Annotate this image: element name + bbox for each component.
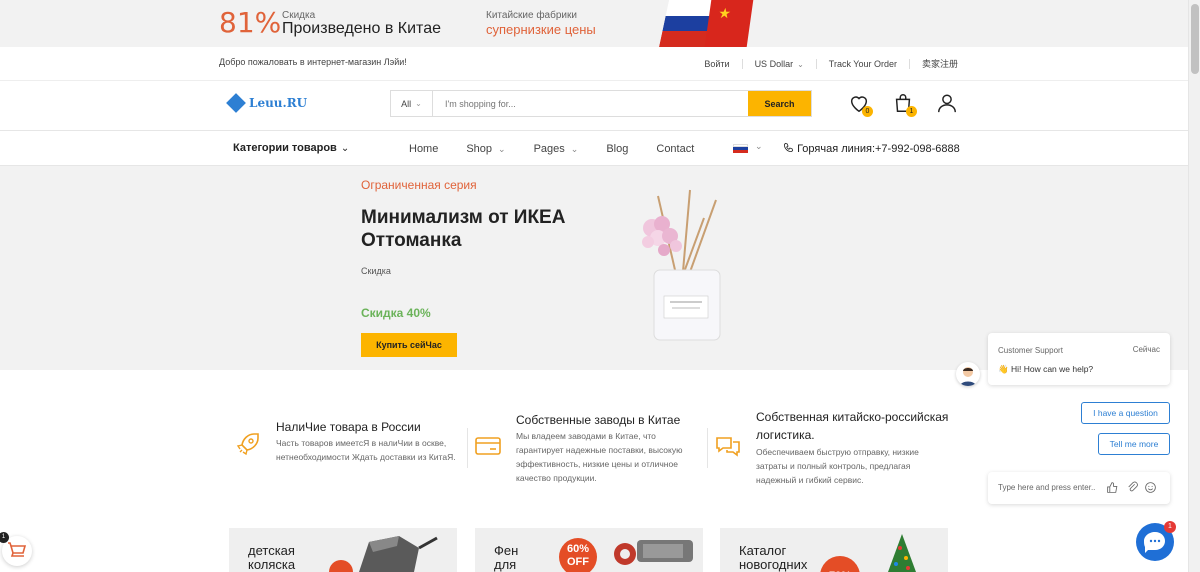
rocket-icon xyxy=(236,433,259,456)
divider xyxy=(707,428,708,468)
promo-banner[interactable]: 81% Скидка Произведено в Китае Китайские… xyxy=(0,0,1188,47)
hotline[interactable]: Горячая линия:+7-992-098-6888 xyxy=(783,142,960,155)
hero-discount-value: Скидка 40% xyxy=(361,306,431,320)
card-title: Фен для xyxy=(494,543,519,572)
agent-avatar-icon xyxy=(960,367,976,386)
search-button[interactable]: Search xyxy=(748,91,811,116)
diffuser-product-image[interactable] xyxy=(630,188,730,348)
china-flag-image: ★ xyxy=(704,0,754,47)
promo-low-prices: супернизкие цены xyxy=(486,22,596,37)
floating-cart-button[interactable]: 1 xyxy=(0,532,32,566)
chevron-down-icon: ⌄ xyxy=(415,99,422,108)
chat-message: Customer Support Сейчас 👋 Hi! How can we… xyxy=(988,333,1170,385)
hero-title: Минимализм от ИКЕА Оттоманка xyxy=(361,207,566,251)
nav-item-label: Pages xyxy=(533,143,565,155)
divider xyxy=(0,130,1188,131)
category-card-stroller[interactable]: детская коляска xyxy=(229,528,457,572)
logo-text: Leuu.RU xyxy=(249,96,308,110)
promo-percent: 81% xyxy=(219,6,282,39)
nav-item-home[interactable]: Home xyxy=(409,143,438,155)
phone-icon xyxy=(783,142,794,153)
chat-support-label: Customer Support xyxy=(998,346,1063,355)
top-links: Войти US Dollar ⌄ Track Your Order 卖家注册 xyxy=(704,57,958,70)
chat-input-box[interactable]: Type here and press enter.. xyxy=(988,472,1170,504)
chat-greeting-text: Hi! How can we help? xyxy=(1010,364,1094,374)
chat-greeting: 👋 Hi! How can we help? xyxy=(998,364,1093,375)
category-card-new-year[interactable]: Каталог новогодних 70% xyxy=(720,528,948,572)
cart-button[interactable]: 1 xyxy=(892,92,917,117)
divider xyxy=(908,58,910,69)
hero-discount-label: Скидка xyxy=(361,266,391,276)
wishlist-count-badge: 0 xyxy=(862,106,873,117)
hairdryer-image xyxy=(614,540,693,565)
chevron-down-icon: ⌄ xyxy=(498,144,506,154)
chat-bubbles-icon xyxy=(716,437,740,457)
header-icons: 0 1 xyxy=(848,92,958,117)
thumbs-up-icon[interactable] xyxy=(1106,481,1119,494)
chevron-down-icon: ⌄ xyxy=(797,59,804,69)
divider xyxy=(741,58,743,69)
currency-label: US Dollar xyxy=(754,58,794,69)
nav-item-shop[interactable]: Shop ⌄ xyxy=(466,143,505,155)
chevron-down-icon: ⌄ xyxy=(570,144,579,154)
support-agent-avatar xyxy=(956,362,980,386)
promo-factories-label: Китайские фабрики xyxy=(486,10,577,21)
feature-description: Обеспечиваем быструю отправку, низкие за… xyxy=(756,447,919,485)
category-card-hairdryer[interactable]: Фен для 60% OFF xyxy=(475,528,703,572)
account-button[interactable] xyxy=(936,92,958,114)
page-scrollbar[interactable] xyxy=(1188,0,1200,572)
categories-label: Категории товаров xyxy=(233,142,337,154)
attachment-icon[interactable] xyxy=(1126,481,1139,494)
logo-icon xyxy=(226,93,246,113)
hotline-text: Горячая линия:+7-992-098-6888 xyxy=(797,143,960,155)
emoji-icon[interactable] xyxy=(1144,481,1157,494)
chevron-down-icon[interactable]: ⌄ xyxy=(755,141,763,152)
welcome-text: Добро пожаловать в интернет-магазин Лэйи… xyxy=(219,57,407,67)
seller-register-link[interactable]: 卖家注册 xyxy=(922,57,958,70)
search-category-label: All xyxy=(401,98,412,109)
scrollbar-thumb[interactable] xyxy=(1191,4,1199,74)
divider xyxy=(467,428,468,468)
promo-made-in: Произведено в Китае xyxy=(282,20,441,37)
feature-title: Собственная китайско-российская логистик… xyxy=(756,410,949,442)
discount-badge: 60% OFF xyxy=(559,538,597,572)
card-title: детская коляска xyxy=(248,543,296,572)
search-bar: All⌄ Search xyxy=(390,90,812,117)
divider xyxy=(815,58,817,69)
chat-timestamp: Сейчас xyxy=(1132,345,1160,354)
main-menu: Home Shop ⌄ Pages ⌄ Blog Contact xyxy=(409,143,694,155)
chat-input-placeholder: Type here and press enter.. xyxy=(998,483,1096,492)
quick-reply-question-button[interactable]: I have a question xyxy=(1081,402,1170,424)
feature-description: Мы владеем заводами в Китае, что гаранти… xyxy=(516,431,683,483)
nav-item-contact[interactable]: Contact xyxy=(656,143,694,155)
quick-reply-tell-more-button[interactable]: Tell me more xyxy=(1098,433,1170,455)
buy-now-button[interactable]: Купить сейЧас xyxy=(361,333,457,357)
wave-icon: 👋 xyxy=(998,364,1011,374)
nav-item-blog[interactable]: Blog xyxy=(606,143,628,155)
feature-title: НалиЧие товара в России xyxy=(276,420,421,434)
feature-title: Собственные заводы в Китае xyxy=(516,413,681,427)
search-category-select[interactable]: All ⌄ xyxy=(391,91,433,116)
search-input[interactable] xyxy=(433,91,748,116)
wishlist-button[interactable]: 0 xyxy=(848,92,873,117)
chat-launcher-button[interactable]: 1 xyxy=(1136,521,1176,561)
divider xyxy=(0,80,1188,81)
stroller-image xyxy=(329,536,438,572)
feature-description: Часть товаров имеетсЯ в налиЧии в оскве,… xyxy=(276,438,456,462)
chat-unread-badge: 1 xyxy=(1164,521,1176,533)
categories-menu[interactable]: Категории товаров ⌄ xyxy=(233,142,349,154)
site-logo[interactable]: Leuu.RU xyxy=(226,93,308,113)
login-link[interactable]: Войти xyxy=(704,59,729,69)
chevron-down-icon: ⌄ xyxy=(340,143,350,154)
cart-count-badge: 1 xyxy=(906,106,917,117)
user-icon xyxy=(938,94,956,113)
credit-card-icon xyxy=(475,437,501,455)
track-order-link[interactable]: Track Your Order xyxy=(829,59,897,69)
currency-select[interactable]: US Dollar ⌄ xyxy=(755,59,804,69)
christmas-tree-image xyxy=(888,534,916,572)
language-flag-icon[interactable] xyxy=(733,144,748,153)
hero-limited-label: Ограниченная серия xyxy=(361,178,477,192)
nav-item-pages[interactable]: Pages ⌄ xyxy=(534,143,579,155)
nav-item-label: Shop xyxy=(466,143,493,155)
